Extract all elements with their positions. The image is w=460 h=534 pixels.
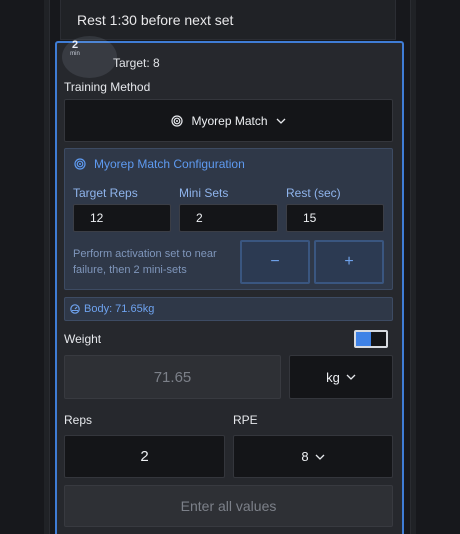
training-method-value: Myorep Match xyxy=(191,113,268,128)
scale-icon xyxy=(70,304,80,314)
weight-unit-value: kg xyxy=(326,369,340,385)
weight-unit-select[interactable]: kg xyxy=(289,355,393,399)
left-panel-edge xyxy=(44,0,50,534)
config-title-text: Myorep Match Configuration xyxy=(94,157,245,171)
mini-sets-input[interactable]: 2 xyxy=(179,204,278,232)
chevron-down-icon xyxy=(276,118,285,124)
reps-label: Reps xyxy=(64,413,93,427)
rest-sec-input[interactable]: 15 xyxy=(286,204,384,232)
target-icon xyxy=(74,158,86,170)
rest-timer-badge: 2 min xyxy=(62,36,117,78)
rpe-label: RPE xyxy=(233,413,258,427)
training-method-select[interactable]: Myorep Match xyxy=(64,99,393,142)
timer-unit: min xyxy=(70,51,80,57)
target-icon xyxy=(171,114,184,127)
rest-sec-label: Rest (sec) xyxy=(286,186,341,200)
toggle-fill xyxy=(356,332,371,346)
body-weight-text: Body: 71.65kg xyxy=(84,303,155,315)
chevron-down-icon xyxy=(346,374,356,380)
training-method-label: Training Method xyxy=(64,80,151,94)
reps-input[interactable]: 2 xyxy=(64,435,225,478)
rpe-select[interactable]: 8 xyxy=(233,435,393,478)
chevron-down-icon xyxy=(315,454,325,460)
body-weight-badge: Body: 71.65kg xyxy=(64,297,393,321)
rest-timer-banner: Rest 1:30 before next set xyxy=(60,0,396,40)
target-reps-text: Target: 8 xyxy=(113,56,160,70)
right-panel-edge xyxy=(410,0,416,534)
mini-sets-label: Mini Sets xyxy=(179,186,229,200)
weight-toggle[interactable] xyxy=(354,330,388,348)
increment-button[interactable]: + xyxy=(314,240,384,284)
rest-timer-text: Rest 1:30 before next set xyxy=(77,11,234,28)
rpe-value: 8 xyxy=(301,449,309,464)
weight-input[interactable]: 71.65 xyxy=(64,355,281,399)
decrement-button[interactable]: − xyxy=(240,240,310,284)
timer-value: 2 xyxy=(71,39,79,51)
target-reps-label: Target Reps xyxy=(73,186,138,200)
weight-label: Weight xyxy=(64,332,102,346)
submit-set-button[interactable]: Enter all values xyxy=(64,485,393,527)
config-description: Perform activation set to near failure, … xyxy=(73,248,217,276)
target-reps-input[interactable]: 12 xyxy=(73,204,171,232)
config-title: Myorep Match Configuration xyxy=(74,157,245,171)
